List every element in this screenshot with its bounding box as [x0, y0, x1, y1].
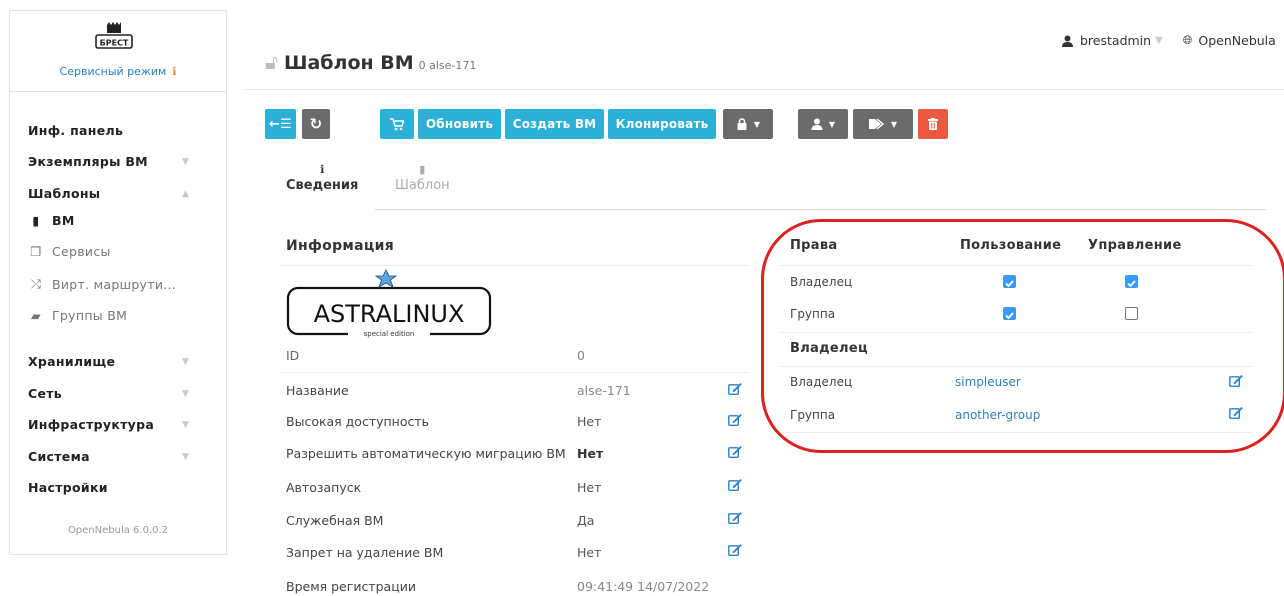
- zone-name[interactable]: OpenNebula: [1198, 33, 1275, 48]
- info-label-autostart: Автозапуск: [286, 480, 362, 495]
- info-label-service-vm: Служебная ВМ: [286, 513, 384, 528]
- version-label: OpenNebula 6.0.0.2: [67, 525, 169, 536]
- chevron-down-icon: ▼: [182, 389, 189, 399]
- back-button[interactable]: ←☰: [265, 109, 296, 139]
- sidebar-item-label: Сервисы: [52, 244, 111, 259]
- info-value-autostart: Нет: [577, 480, 602, 495]
- folder-open-icon: ▰: [31, 308, 41, 323]
- page-subtitle: 0 alse-171: [418, 59, 477, 72]
- sidebar-item-label: Вирт. маршрути...: [52, 276, 177, 292]
- cart-button[interactable]: [380, 109, 414, 139]
- file-icon: ▮: [32, 213, 40, 228]
- info-heading: Информация: [286, 238, 394, 254]
- tab-label: Шаблон: [395, 178, 450, 193]
- info-label-name: Название: [286, 383, 349, 398]
- sidebar-item-dashboard[interactable]: Инф. панель: [28, 123, 123, 138]
- delete-button[interactable]: [918, 109, 948, 139]
- highlight-annotation: [761, 219, 1284, 453]
- info-value-name: alse-171: [577, 383, 631, 398]
- page-title: 🔓︎ Шаблон ВМ 0 alse-171: [265, 50, 476, 74]
- brest-logo[interactable]: БРЕСТ: [95, 21, 133, 51]
- chevron-down-icon: ▼: [1155, 35, 1163, 46]
- chevron-down-icon: ▼: [753, 119, 761, 129]
- header-divider: [245, 89, 1284, 90]
- sidebar-item-infrastructure[interactable]: Инфраструктура: [28, 417, 154, 432]
- chevron-down-icon: ▼: [828, 119, 836, 129]
- info-label-delete-protect: Запрет на удаление ВМ: [286, 545, 444, 560]
- user-icon: [1062, 35, 1073, 47]
- sidebar-item-services[interactable]: ❐ Сервисы: [28, 244, 111, 259]
- file-icon: ▮: [419, 163, 426, 176]
- info-value-ha: Нет: [577, 414, 602, 429]
- tab-info[interactable]: ℹ Сведения: [286, 163, 358, 193]
- refresh-button[interactable]: ↻: [302, 109, 330, 139]
- edit-icon[interactable]: [728, 543, 742, 556]
- sidebar-item-label: ВМ: [52, 213, 75, 228]
- lock-icon: [737, 118, 747, 130]
- edit-icon[interactable]: [728, 478, 742, 491]
- divider: [280, 372, 750, 373]
- divider: [280, 265, 750, 266]
- user-menu[interactable]: brestadmin ▼ 🌐︎ OpenNebula: [1062, 33, 1276, 48]
- info-icon[interactable]: ℹ: [172, 65, 176, 78]
- info-value-auto-migration: Нет: [577, 446, 604, 461]
- service-mode-text: Сервисный режим: [59, 65, 167, 78]
- edit-icon[interactable]: [728, 413, 742, 426]
- sidebar-item-storage[interactable]: Хранилище: [28, 354, 115, 369]
- chevron-down-icon: ▼: [182, 452, 189, 462]
- sidebar-item-vrouters[interactable]: ⤮ Вирт. маршрути...: [28, 276, 176, 292]
- chevron-down-icon: ▼: [182, 357, 189, 367]
- info-label-reg-time: Время регистрации: [286, 579, 416, 594]
- info-label-ha: Высокая доступность: [286, 414, 430, 429]
- sidebar-item-vm-templates[interactable]: ▮ ВМ: [28, 213, 75, 228]
- tags-icon: [868, 118, 884, 130]
- page-title-text: Шаблон ВМ: [283, 52, 414, 74]
- label-dropdown-button[interactable]: ▼: [853, 109, 913, 139]
- svg-text:special edition: special edition: [364, 330, 415, 338]
- info-value-id: 0: [577, 348, 585, 363]
- svg-text:БРЕСТ: БРЕСТ: [100, 39, 129, 48]
- info-value-reg-time: 09:41:49 14/07/2022: [577, 579, 710, 594]
- sidebar-item-vms[interactable]: Экземпляры ВМ: [28, 154, 148, 169]
- edit-icon[interactable]: [728, 511, 742, 524]
- trash-icon: [928, 118, 938, 130]
- chevron-down-icon: ▼: [182, 420, 189, 430]
- sidebar-item-label: Группы ВМ: [52, 308, 128, 323]
- sidebar-item-system[interactable]: Система: [28, 449, 90, 464]
- tabs-divider: [375, 209, 1266, 210]
- chevron-down-icon: ▼: [890, 119, 898, 129]
- unlock-icon: 🔓︎: [265, 50, 278, 74]
- chevron-up-icon: ▲: [182, 189, 189, 199]
- random-icon: ⤮: [30, 276, 42, 291]
- owner-dropdown-button[interactable]: ▼: [798, 109, 848, 139]
- sidebar-item-network[interactable]: Сеть: [28, 386, 62, 401]
- info-value-service-vm: Да: [577, 513, 595, 528]
- info-label-auto-migration: Разрешить автоматическую миграцию ВМ: [286, 446, 566, 461]
- sidebar: БРЕСТ Сервисный режим ℹ Инф. панель Экзем…: [9, 10, 227, 555]
- sidebar-item-templates[interactable]: Шаблоны: [28, 186, 100, 201]
- sidebar-logo-area: БРЕСТ Сервисный режим ℹ: [10, 11, 226, 92]
- tab-template[interactable]: ▮ Шаблон: [395, 163, 450, 193]
- tab-label: Сведения: [286, 178, 359, 193]
- cart-icon: [390, 117, 404, 130]
- astralinux-logo: ASTRALINUX special edition: [286, 269, 492, 339]
- info-label-id: ID: [286, 348, 300, 363]
- chevron-down-icon: ▼: [182, 157, 189, 167]
- clone-button[interactable]: Клонировать: [608, 109, 716, 139]
- update-button[interactable]: Обновить: [418, 109, 501, 139]
- info-value-delete-protect: Нет: [577, 545, 602, 560]
- edit-icon[interactable]: [728, 382, 742, 395]
- user-icon: [811, 118, 823, 130]
- svg-text:ASTRALINUX: ASTRALINUX: [314, 300, 465, 328]
- files-icon: ❐: [30, 244, 42, 259]
- globe-icon: 🌐︎: [1182, 33, 1193, 47]
- lock-dropdown-button[interactable]: ▼: [723, 109, 773, 139]
- create-vm-button[interactable]: Создать ВМ: [505, 109, 604, 139]
- edit-icon[interactable]: [728, 445, 742, 458]
- service-mode-label[interactable]: Сервисный режим ℹ: [10, 65, 226, 78]
- username: brestadmin: [1080, 33, 1152, 48]
- sidebar-item-vm-groups[interactable]: ▰ Группы ВМ: [28, 308, 127, 323]
- sidebar-item-settings[interactable]: Настройки: [28, 480, 108, 495]
- info-circle-icon: ℹ: [320, 163, 325, 176]
